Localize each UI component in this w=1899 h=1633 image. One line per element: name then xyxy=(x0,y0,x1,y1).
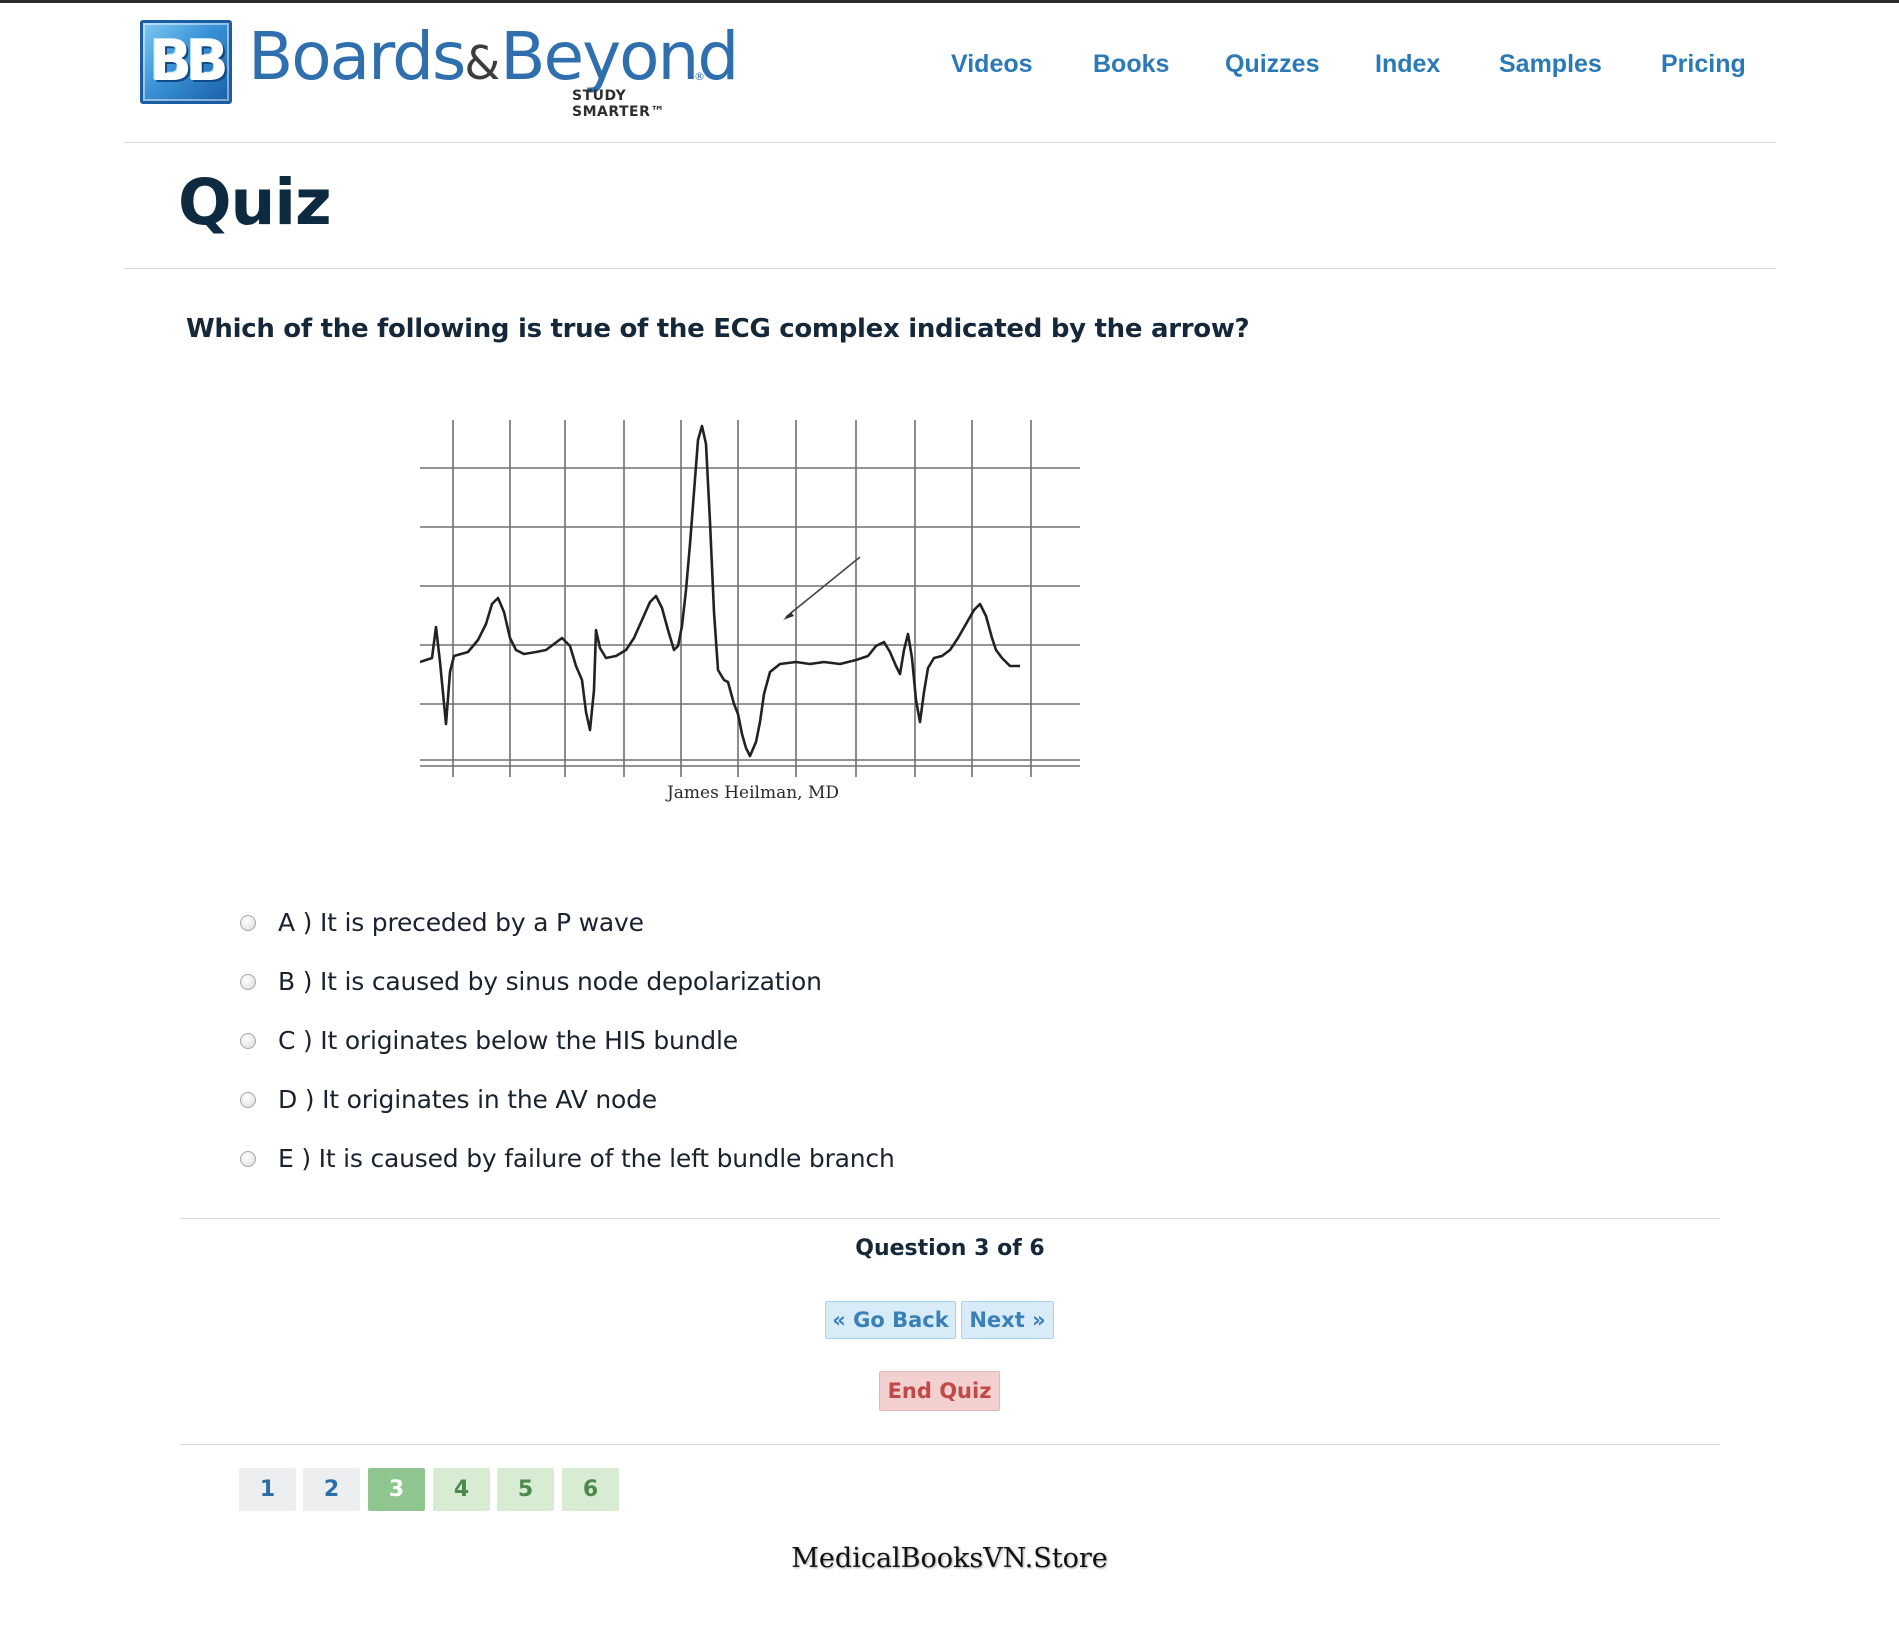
nav-index[interactable]: Index xyxy=(1375,50,1440,79)
brand-logo[interactable]: BB Boards&Beyond ® STUDY SMARTER™ xyxy=(140,18,739,120)
nav-quizzes[interactable]: Quizzes xyxy=(1225,50,1319,79)
logo-wordmark: Boards&Beyond xyxy=(248,18,739,95)
logo-registered-mark: ® xyxy=(694,70,705,83)
answer-option-a[interactable]: A ) It is preceded by a P wave xyxy=(236,893,1136,952)
logo-mark-text: BB xyxy=(149,29,228,94)
answer-option-label: D ) It originates in the AV node xyxy=(278,1085,657,1114)
go-back-button[interactable]: « Go Back xyxy=(825,1301,956,1339)
next-button[interactable]: Next » xyxy=(961,1301,1054,1339)
watermark-text: MedicalBooksVN.Store xyxy=(791,1543,1108,1574)
logo-tagline: STUDY SMARTER™ xyxy=(572,88,665,120)
question-counter: Question 3 of 6 xyxy=(855,1236,1045,1261)
radio-button-a[interactable] xyxy=(240,914,256,931)
page-button-2[interactable]: 2 xyxy=(303,1468,360,1511)
logo-mark-icon: BB xyxy=(140,20,232,104)
page-button-4[interactable]: 4 xyxy=(433,1468,490,1511)
logo-ampersand: & xyxy=(464,36,501,90)
ecg-grid xyxy=(420,420,1080,777)
ecg-arrow-shaft xyxy=(785,556,861,618)
end-quiz-button[interactable]: End Quiz xyxy=(879,1371,1000,1411)
answer-option-c[interactable]: C ) It originates below the HIS bundle xyxy=(236,1011,1136,1070)
radio-button-c[interactable] xyxy=(240,1032,256,1049)
page-button-1[interactable]: 1 xyxy=(239,1468,296,1511)
logo-word-second: Beyond xyxy=(500,18,739,95)
pagination-divider xyxy=(180,1444,1720,1445)
answer-option-e[interactable]: E ) It is caused by failure of the left … xyxy=(236,1129,1136,1188)
answer-options: A ) It is preceded by a P wave B ) It is… xyxy=(236,893,1136,1188)
ecg-arrow-head xyxy=(783,612,794,620)
answer-option-b[interactable]: B ) It is caused by sinus node depolariz… xyxy=(236,952,1136,1011)
nav-pricing[interactable]: Pricing xyxy=(1661,50,1746,79)
page-button-5[interactable]: 5 xyxy=(497,1468,554,1511)
top-border xyxy=(0,0,1899,3)
ecg-strip-image xyxy=(420,420,1080,777)
options-divider xyxy=(180,1218,1720,1219)
nav-samples[interactable]: Samples xyxy=(1499,50,1602,79)
image-credit: James Heilman, MD xyxy=(666,783,840,803)
page-title: Quiz xyxy=(178,166,332,239)
title-divider xyxy=(124,268,1776,269)
page-button-3[interactable]: 3 xyxy=(368,1468,425,1511)
page-button-6[interactable]: 6 xyxy=(562,1468,619,1511)
radio-button-e[interactable] xyxy=(240,1150,256,1167)
header-divider xyxy=(124,142,1776,143)
answer-option-label: B ) It is caused by sinus node depolariz… xyxy=(278,967,822,996)
logo-word-first: Boards xyxy=(248,18,466,95)
radio-button-b[interactable] xyxy=(240,973,256,990)
nav-videos[interactable]: Videos xyxy=(951,50,1033,79)
answer-option-label: E ) It is caused by failure of the left … xyxy=(278,1144,895,1173)
nav-books[interactable]: Books xyxy=(1093,50,1169,79)
radio-button-d[interactable] xyxy=(240,1091,256,1108)
answer-option-label: C ) It originates below the HIS bundle xyxy=(278,1026,738,1055)
question-text: Which of the following is true of the EC… xyxy=(186,314,1250,344)
answer-option-d[interactable]: D ) It originates in the AV node xyxy=(236,1070,1136,1129)
answer-option-label: A ) It is preceded by a P wave xyxy=(278,908,644,937)
